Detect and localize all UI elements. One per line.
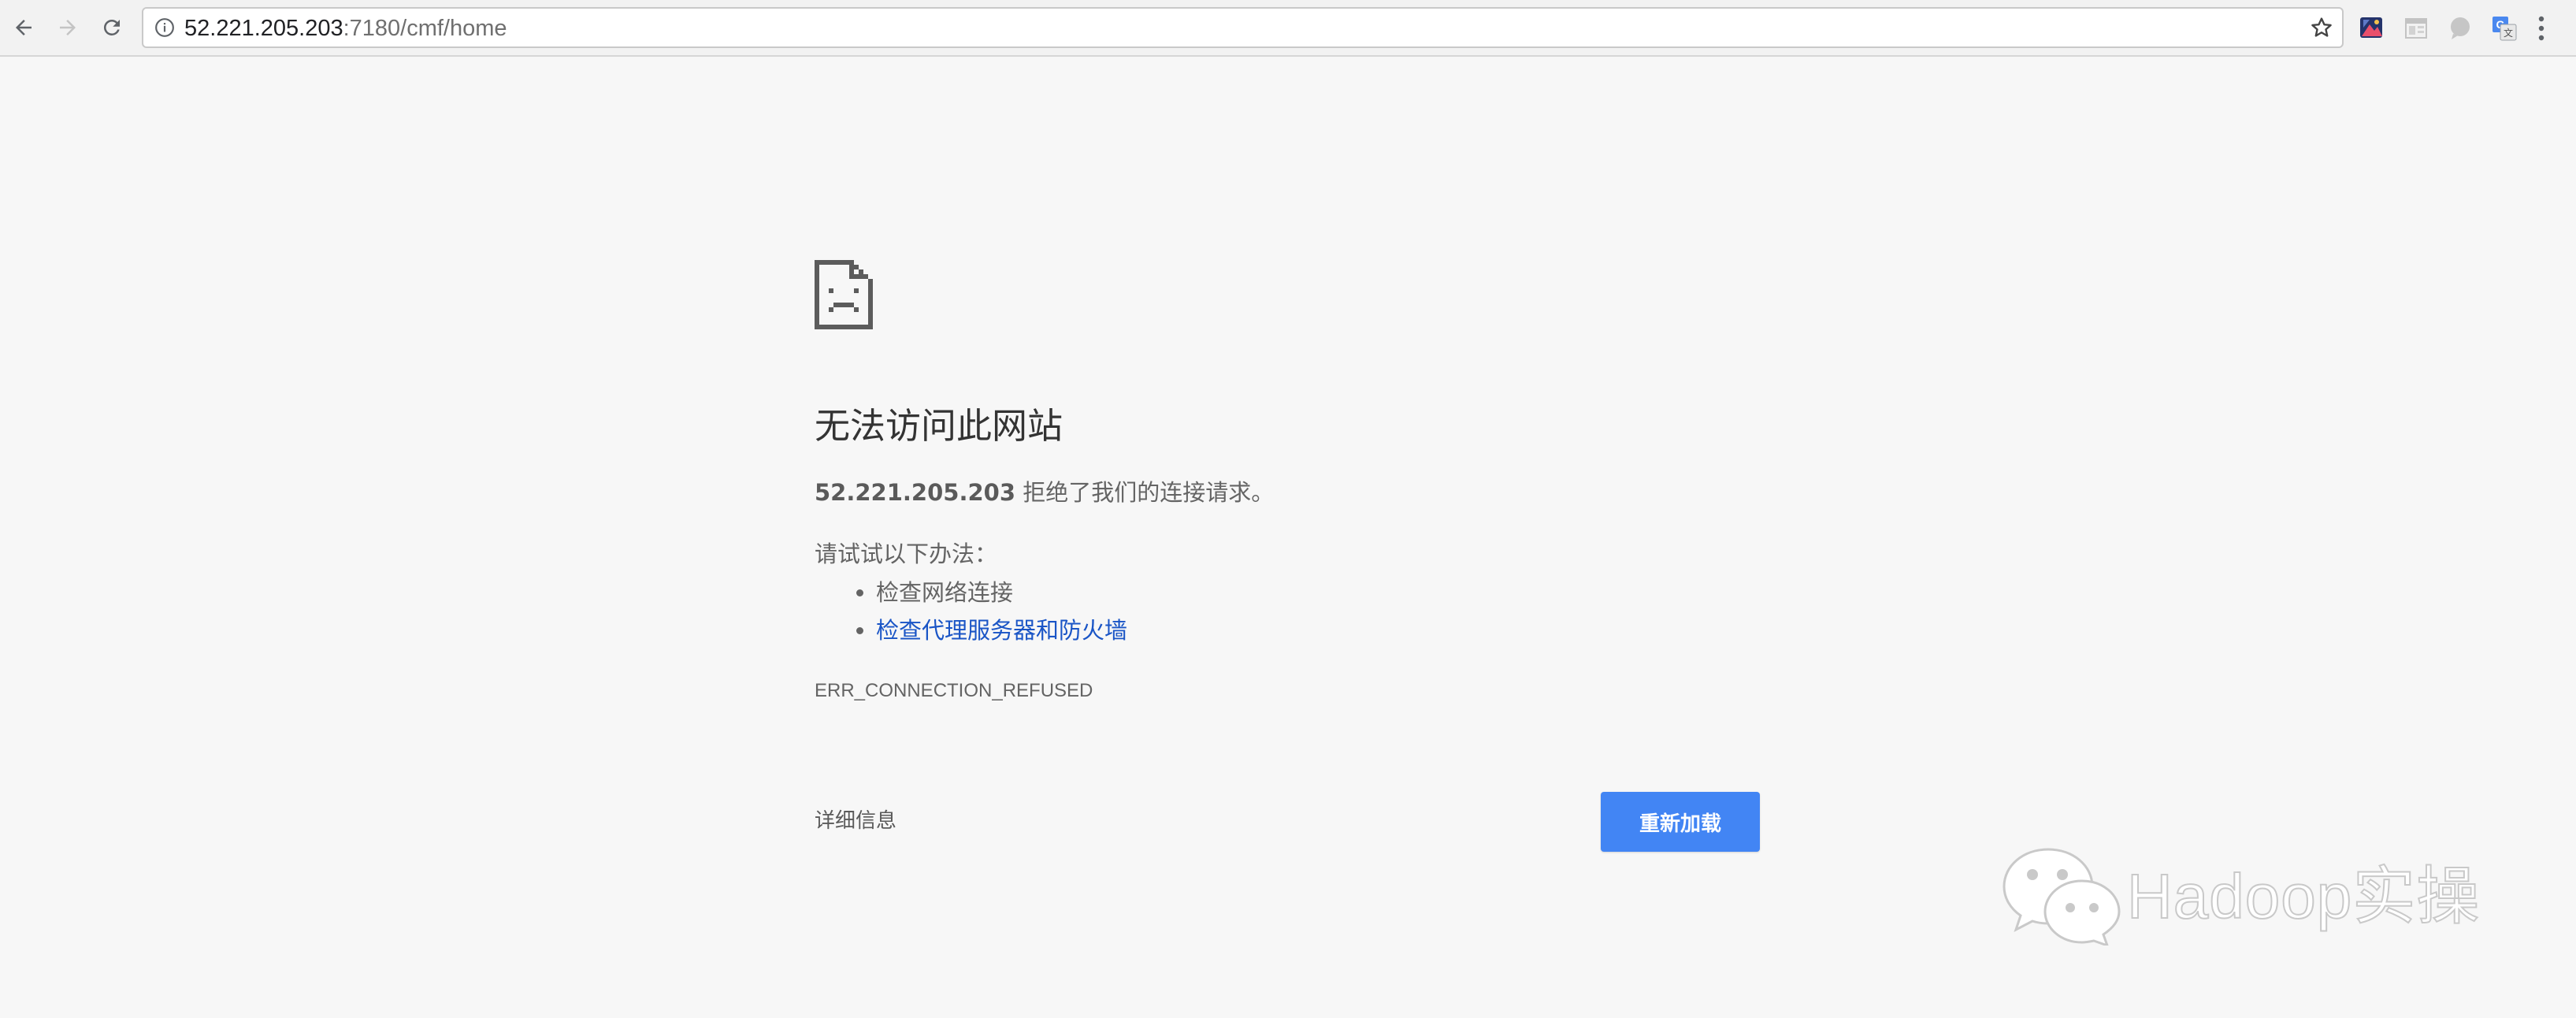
kebab-menu-icon[interactable] [2533, 14, 2549, 43]
reload-page-button[interactable] [96, 9, 128, 46]
suggestions-list: 检查网络连接 检查代理服务器和防火墙 [815, 574, 1127, 649]
reload-button[interactable]: 重新加载 [1601, 792, 1760, 852]
suggestion-check-network: 检查网络连接 [876, 574, 1127, 611]
error-summary: 52.221.205.203 拒绝了我们的连接请求。 [815, 476, 1274, 509]
forward-arrow-icon [60, 20, 76, 35]
browser-toolbar: 52.221.205.203:7180/cmf/home G 文 [0, 0, 2576, 57]
back-button[interactable] [8, 9, 39, 46]
error-code: ERR_CONNECTION_REFUSED [815, 680, 1093, 701]
url-text[interactable]: 52.221.205.203:7180/cmf/home [184, 16, 507, 41]
url-host: 52.221.205.203 [184, 16, 343, 41]
error-host: 52.221.205.203 [815, 479, 1016, 506]
error-heading: 无法访问此网站 [815, 405, 1063, 447]
refresh-icon [103, 19, 120, 35]
wechat-logo-icon [2003, 848, 2121, 946]
back-arrow-icon [16, 20, 32, 35]
address-bar[interactable]: 52.221.205.203:7180/cmf/home [142, 7, 2344, 48]
svg-text:文: 文 [2504, 27, 2513, 39]
suggestion-check-proxy-item: 检查代理服务器和防火墙 [876, 611, 1127, 649]
details-button[interactable]: 详细信息 [815, 805, 896, 837]
suggestions-title: 请试试以下办法： [815, 541, 998, 567]
image-extension-icon[interactable] [2359, 15, 2385, 42]
chat-extension-icon[interactable] [2447, 15, 2474, 42]
reader-extension-icon[interactable] [2403, 15, 2429, 42]
watermark-text: Hadoop实操 [2126, 860, 2481, 932]
sad-page-icon [815, 260, 873, 329]
check-proxy-link[interactable]: 检查代理服务器和防火墙 [876, 617, 1127, 644]
forward-button[interactable] [52, 9, 84, 46]
bookmark-star-icon[interactable] [2309, 15, 2334, 40]
translate-extension-icon[interactable]: G 文 [2491, 15, 2518, 42]
error-summary-text: 拒绝了我们的连接请求。 [1015, 479, 1275, 506]
info-icon[interactable] [154, 17, 175, 38]
url-path: :7180/cmf/home [343, 16, 507, 41]
